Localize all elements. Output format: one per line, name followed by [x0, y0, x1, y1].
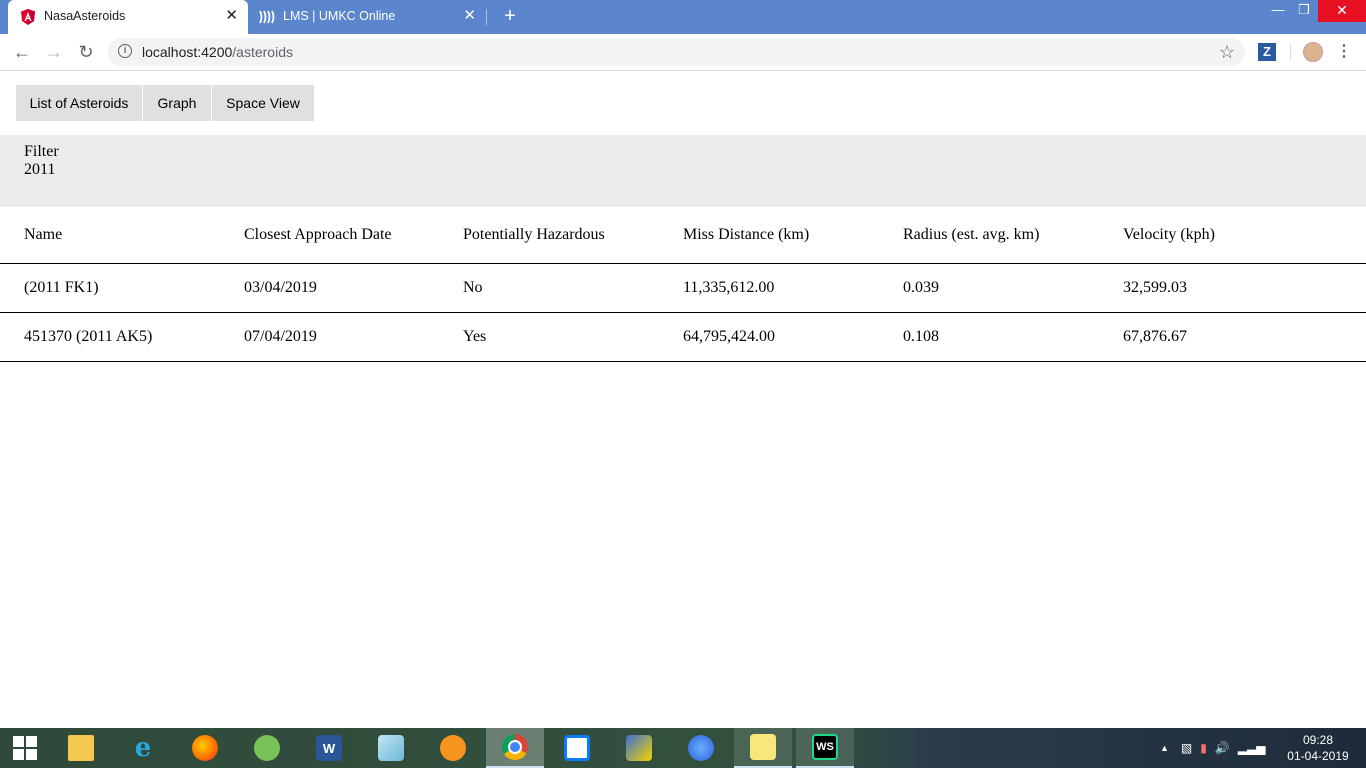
close-window-button[interactable]: ✕: [1318, 0, 1366, 22]
table-header-row: Name Closest Approach Date Potentially H…: [0, 207, 1366, 264]
filter-value[interactable]: 2011: [24, 161, 55, 179]
internet-explorer-icon: e: [134, 733, 152, 763]
taskbar-firefox-dev[interactable]: [672, 728, 730, 768]
header-miss-distance: Miss Distance (km): [683, 226, 810, 243]
url-host: localhost:4200: [142, 44, 233, 60]
android-studio-icon: [254, 735, 280, 761]
browser-tab-strip: NasaAsteroids ✕ LMS | UMKC Online ✕ + — …: [0, 0, 1366, 34]
taskbar-word[interactable]: W: [300, 728, 358, 768]
word-icon: W: [316, 735, 342, 761]
forward-arrow-icon[interactable]: →: [42, 41, 66, 63]
profile-avatar[interactable]: [1303, 42, 1323, 62]
clock-date: 01-04-2019: [1287, 749, 1349, 763]
filter-panel: Filter 2011: [0, 135, 1366, 207]
taskbar-settings-app[interactable]: [424, 728, 482, 768]
windows-taskbar: e W WS ▲ ▧ ▮ 🔊 ▂▃▅ 09:28 01-04-2019: [0, 728, 1366, 768]
tab-title: NasaAsteroids: [44, 9, 126, 23]
windows-logo-icon: [13, 736, 37, 760]
tab-nasaasteroids[interactable]: NasaAsteroids ✕: [8, 0, 248, 34]
taskbar-chrome[interactable]: [486, 728, 544, 768]
taskbar-clock[interactable]: 09:28 01-04-2019: [1282, 732, 1354, 764]
tab-title: LMS | UMKC Online: [283, 9, 396, 23]
close-tab-icon[interactable]: ✕: [225, 8, 238, 24]
show-hidden-icons-icon[interactable]: ▲: [1160, 743, 1169, 753]
clock-time: 09:28: [1302, 733, 1334, 747]
start-button[interactable]: [0, 728, 50, 768]
taskbar-file-explorer[interactable]: [52, 728, 110, 768]
webstorm-icon: WS: [812, 734, 838, 760]
close-tab-icon[interactable]: ✕: [463, 8, 476, 24]
page-content: List of Asteroids Graph Space View Filte…: [0, 71, 1366, 728]
cell-miss-distance: 11,335,612.00: [683, 279, 775, 296]
chrome-icon: [502, 734, 528, 760]
nav-space-view[interactable]: Space View: [212, 85, 314, 121]
taskbar-intellij[interactable]: [548, 728, 606, 768]
firefox-dev-icon: [688, 735, 714, 761]
address-bar[interactable]: i localhost:4200/asteroids ☆: [108, 38, 1245, 66]
cell-approach-date: 03/04/2019: [244, 279, 317, 296]
reload-icon[interactable]: ↻: [74, 41, 98, 63]
toolbar-divider: [1290, 44, 1291, 60]
umkc-icon: [259, 10, 275, 24]
cell-hazardous: No: [463, 279, 483, 296]
settings-app-icon: [440, 735, 466, 761]
volume-icon[interactable]: 🔊: [1215, 741, 1230, 755]
nav-list-of-asteroids[interactable]: List of Asteroids: [16, 85, 142, 121]
taskbar-android-studio[interactable]: [238, 728, 296, 768]
back-arrow-icon[interactable]: ←: [10, 41, 34, 63]
cell-hazardous: Yes: [463, 328, 487, 345]
nav-graph[interactable]: Graph: [143, 85, 211, 121]
intellij-icon: [564, 735, 590, 761]
taskbar-notes[interactable]: [362, 728, 420, 768]
cell-miss-distance: 64,795,424.00: [683, 328, 775, 345]
header-closest-approach-date: Closest Approach Date: [244, 226, 392, 243]
tab-lms-umkc[interactable]: LMS | UMKC Online ✕: [250, 0, 486, 34]
new-tab-button[interactable]: +: [500, 5, 520, 27]
cell-name: 451370 (2011 AK5): [24, 328, 153, 345]
network-tool-icon: [626, 735, 652, 761]
table-row: 451370 (2011 AK5) 07/04/2019 Yes 64,795,…: [0, 313, 1366, 362]
file-explorer-icon: [68, 735, 94, 761]
battery-warning-icon[interactable]: ▮: [1200, 741, 1207, 755]
system-tray: ▲ ▧ ▮ 🔊 ▂▃▅: [1160, 728, 1266, 768]
cell-radius: 0.039: [903, 279, 939, 296]
taskbar-webstorm[interactable]: WS: [796, 728, 854, 768]
browser-toolbar: ← → ↻ i localhost:4200/asteroids ☆ Z ⋮: [0, 34, 1366, 71]
filter-label: Filter: [24, 143, 59, 160]
tab-divider: [486, 9, 487, 25]
zotero-extension-icon[interactable]: Z: [1258, 43, 1276, 61]
firefox-icon: [192, 735, 218, 761]
taskbar-internet-explorer[interactable]: e: [114, 728, 172, 768]
tablet-mode-icon[interactable]: ▧: [1181, 741, 1192, 755]
cell-radius: 0.108: [903, 328, 939, 345]
menu-dots-icon[interactable]: ⋮: [1336, 42, 1352, 62]
header-radius: Radius (est. avg. km): [903, 226, 1040, 243]
cell-velocity: 32,599.03: [1123, 279, 1187, 296]
header-velocity: Velocity (kph): [1123, 226, 1215, 243]
table-row: (2011 FK1) 03/04/2019 No 11,335,612.00 0…: [0, 264, 1366, 313]
url-path: /asteroids: [232, 44, 293, 60]
notes-icon: [378, 735, 404, 761]
cell-name: (2011 FK1): [24, 279, 99, 296]
network-signal-icon[interactable]: ▂▃▅: [1238, 741, 1266, 755]
info-icon[interactable]: i: [118, 44, 132, 58]
sticky-notes-icon: [750, 734, 776, 760]
minimize-button[interactable]: —: [1267, 0, 1289, 22]
asteroid-table: Name Closest Approach Date Potentially H…: [0, 207, 1366, 362]
angular-icon: [21, 9, 35, 25]
header-name: Name: [24, 226, 63, 243]
header-potentially-hazardous: Potentially Hazardous: [463, 226, 605, 243]
taskbar-network-tool[interactable]: [610, 728, 668, 768]
cell-approach-date: 07/04/2019: [244, 328, 317, 345]
taskbar-sticky-notes[interactable]: [734, 728, 792, 768]
bookmark-star-icon[interactable]: ☆: [1219, 41, 1235, 63]
taskbar-firefox[interactable]: [176, 728, 234, 768]
url-text[interactable]: localhost:4200/asteroids: [142, 44, 293, 60]
cell-velocity: 67,876.67: [1123, 328, 1187, 345]
restore-button[interactable]: ❐: [1293, 0, 1315, 22]
